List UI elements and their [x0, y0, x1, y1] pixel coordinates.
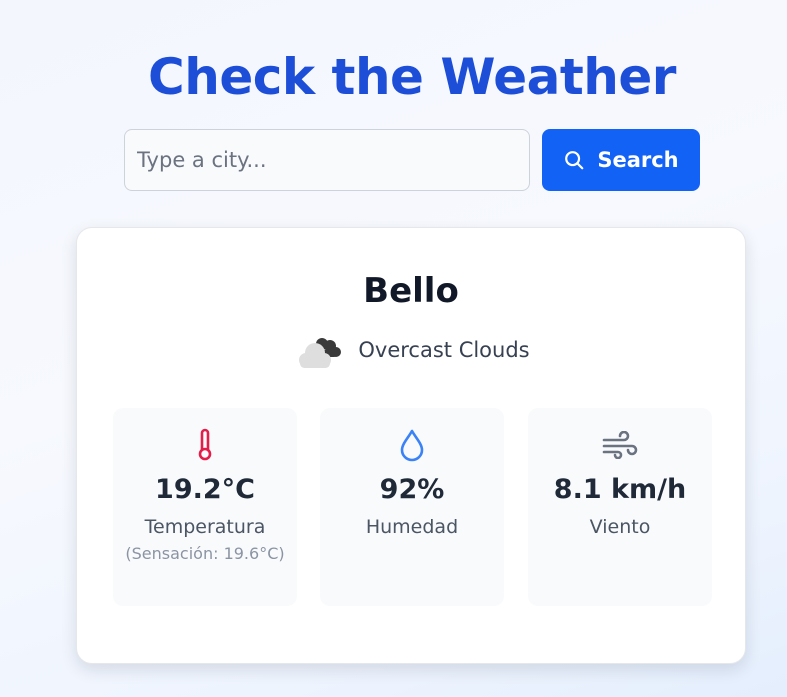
temperature-value: 19.2°C [155, 474, 255, 505]
humidity-stat: 92% Humedad [320, 408, 504, 606]
condition-text: Overcast Clouds [358, 338, 530, 362]
humidity-label: Humedad [365, 516, 459, 538]
wind-label: Viento [589, 516, 651, 538]
feels-like-text: (Sensación: 19.6°C) [125, 544, 285, 563]
wind-icon [602, 431, 638, 459]
city-search-input[interactable] [124, 129, 530, 191]
search-button-label: Search [597, 148, 679, 172]
thermometer-icon [198, 428, 212, 461]
page-title: Check the Weather [148, 48, 676, 106]
search-icon [565, 151, 584, 170]
wind-value: 8.1 km/h [553, 474, 687, 505]
search-bar: Search [124, 129, 700, 191]
overcast-clouds-icon [299, 338, 342, 368]
weather-condition: Overcast Clouds [77, 328, 745, 372]
weather-card: Bello Overcast Clouds 19.2°C Temperatura… [76, 227, 746, 664]
temperature-stat: 19.2°C Temperatura (Sensación: 19.6°C) [113, 408, 297, 606]
city-name: Bello [363, 271, 459, 311]
temperature-label: Temperatura [144, 516, 266, 538]
droplet-icon [400, 429, 424, 462]
humidity-value: 92% [379, 474, 445, 505]
wind-stat: 8.1 km/h Viento [528, 408, 712, 606]
search-button[interactable]: Search [542, 129, 700, 191]
